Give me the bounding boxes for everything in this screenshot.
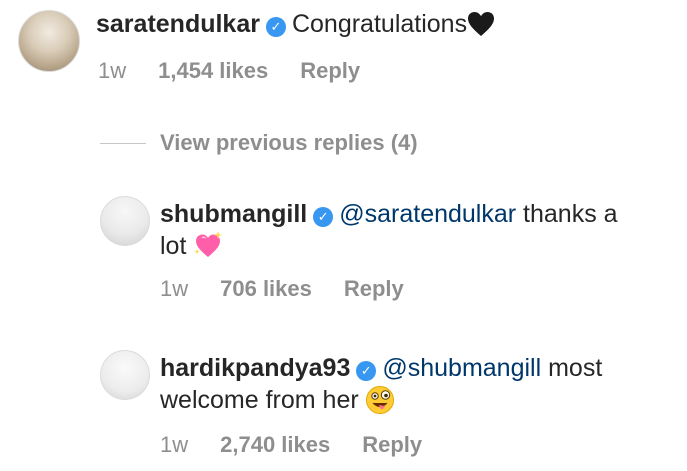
likes-count[interactable]: 706 likes	[220, 276, 312, 301]
divider	[100, 142, 146, 144]
reply-button[interactable]: Reply	[344, 276, 404, 301]
comment-text-line2: lot	[160, 232, 187, 260]
comment-time: 1w	[160, 432, 189, 457]
avatar-shubmangill[interactable]	[100, 196, 150, 246]
view-previous-label: View previous replies (4)	[160, 130, 418, 155]
comment-text: Congratulations	[291, 10, 468, 38]
mention-link[interactable]: @shubmangill	[382, 354, 541, 382]
black-heart-icon	[468, 12, 495, 36]
mention-link[interactable]: @saratendulkar	[339, 200, 516, 228]
username[interactable]: hardikpandya93	[160, 354, 350, 382]
comment-text: thanks a	[516, 200, 618, 228]
comment-saratendulkar: saratendulkar ✓ Congratulations	[96, 8, 495, 40]
comment-shubmangill: shubmangill ✓ @saratendulkar thanks a lot	[160, 198, 618, 262]
comment-time: 1w	[160, 276, 189, 301]
avatar-saratendulkar[interactable]	[18, 10, 80, 72]
comment-time: 1w	[98, 58, 127, 83]
likes-count[interactable]: 2,740 likes	[220, 432, 330, 457]
sparkling-heart-icon	[194, 231, 223, 257]
comment-meta: 1w 706 likes Reply	[160, 276, 436, 302]
verified-icon: ✓	[356, 361, 377, 381]
verified-icon: ✓	[265, 17, 286, 37]
reply-button[interactable]: Reply	[362, 432, 422, 457]
verified-icon: ✓	[313, 207, 334, 227]
avatar-hardikpandya93[interactable]	[100, 350, 150, 400]
reply-button[interactable]: Reply	[300, 58, 360, 83]
comment-meta: 1w 2,740 likes Reply	[160, 432, 454, 458]
likes-count[interactable]: 1,454 likes	[158, 58, 268, 83]
zany-face-icon	[365, 386, 394, 414]
username[interactable]: shubmangill	[160, 200, 307, 228]
comment-text-line2: welcome from her	[160, 386, 359, 414]
username[interactable]: saratendulkar	[96, 10, 260, 38]
comments-screen: { "comments": [ { "username": "saratendu…	[0, 0, 687, 471]
comment-text: most	[541, 354, 603, 382]
comment-meta: 1w 1,454 likes Reply	[98, 58, 392, 84]
comment-hardikpandya93: hardikpandya93 ✓ @shubmangill most welcome…	[160, 352, 602, 416]
view-previous-replies[interactable]: View previous replies (4)	[100, 128, 418, 158]
